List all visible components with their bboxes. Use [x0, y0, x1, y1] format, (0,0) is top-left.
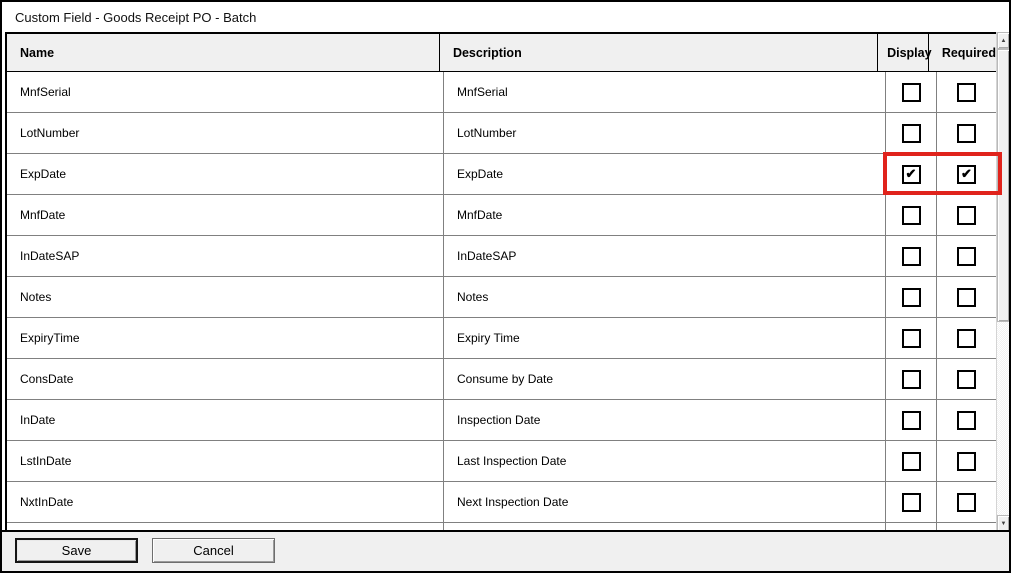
display-checkbox[interactable] — [902, 452, 921, 471]
cancel-button[interactable]: Cancel — [152, 538, 275, 563]
row-description-cell: Inspection Date — [444, 400, 886, 440]
row-name-cell: ExpDate — [7, 154, 444, 194]
required-checkbox[interactable] — [957, 83, 976, 102]
row-required-cell — [937, 277, 996, 317]
row-display-cell: ✔ — [886, 154, 937, 194]
table-header-row: Name Description Display Required — [7, 34, 996, 72]
row-display-cell — [886, 195, 937, 235]
table-row: LstInDate Last Inspection Date — [7, 441, 996, 482]
display-checkbox[interactable] — [902, 124, 921, 143]
row-name-cell: InDateSAP — [7, 236, 444, 276]
checkmark-icon: ✔ — [961, 167, 972, 180]
checkmark-icon: ✔ — [906, 167, 917, 180]
row-required-cell: ✔ — [937, 154, 996, 194]
table-row: LotNumber LotNumber — [7, 113, 996, 154]
column-header-display: Display — [878, 34, 929, 71]
column-header-required: Required — [929, 34, 996, 71]
table-row: InDateSAP InDateSAP — [7, 236, 996, 277]
scroll-down-icon: ▼ — [1001, 521, 1007, 527]
display-checkbox[interactable] — [902, 411, 921, 430]
required-checkbox[interactable] — [957, 411, 976, 430]
row-display-cell — [886, 113, 937, 153]
row-required-cell — [937, 318, 996, 358]
row-description-cell: ExpDate — [444, 154, 886, 194]
column-header-description: Description — [440, 34, 878, 71]
required-checkbox[interactable] — [957, 452, 976, 471]
display-checkbox[interactable] — [902, 206, 921, 225]
display-checkbox[interactable] — [902, 247, 921, 266]
row-description-cell: LotNumber — [444, 113, 886, 153]
row-display-cell — [886, 277, 937, 317]
save-button[interactable]: Save — [15, 538, 138, 563]
display-checkbox[interactable] — [902, 83, 921, 102]
table-row: Notes Notes — [7, 277, 996, 318]
row-name-cell: ConsDate — [7, 359, 444, 399]
required-checkbox[interactable] — [957, 370, 976, 389]
row-name-cell: LstInDate — [7, 441, 444, 481]
row-required-cell — [937, 72, 996, 112]
required-checkbox[interactable] — [957, 329, 976, 348]
row-display-cell — [886, 400, 937, 440]
row-description-cell: Expiry Time — [444, 318, 886, 358]
row-name-cell: ExpiryTime — [7, 318, 444, 358]
row-name-cell: MnfSerial — [7, 72, 444, 112]
row-name-cell: MnfDate — [7, 195, 444, 235]
custom-field-dialog: Custom Field - Goods Receipt PO - Batch … — [0, 0, 1011, 573]
row-required-cell — [937, 195, 996, 235]
row-required-cell — [937, 359, 996, 399]
required-checkbox[interactable] — [957, 493, 976, 512]
row-display-cell — [886, 482, 937, 522]
table-row: ConsDate Consume by Date — [7, 359, 996, 400]
table-row: NxtInDate Next Inspection Date — [7, 482, 996, 523]
row-required-cell — [937, 441, 996, 481]
column-header-name: Name — [7, 34, 440, 71]
row-description-cell: MnfDate — [444, 195, 886, 235]
row-display-cell — [886, 359, 937, 399]
required-checkbox[interactable] — [957, 124, 976, 143]
table-body: MnfSerial MnfSerial LotNumber LotNumber — [7, 72, 996, 532]
display-checkbox[interactable] — [902, 288, 921, 307]
scrollbar-thumb[interactable] — [997, 49, 1010, 322]
row-name-cell: NxtInDate — [7, 482, 444, 522]
custom-fields-table: Name Description Display Required MnfSer… — [5, 32, 998, 532]
row-description-cell: MnfSerial — [444, 72, 886, 112]
row-display-cell — [886, 72, 937, 112]
dialog-title: Custom Field - Goods Receipt PO - Batch — [15, 10, 256, 25]
required-checkbox[interactable] — [957, 247, 976, 266]
scroll-up-button[interactable]: ▲ — [997, 32, 1010, 49]
table-row: ExpiryTime Expiry Time — [7, 318, 996, 359]
row-display-cell — [886, 236, 937, 276]
display-checkbox[interactable] — [902, 329, 921, 348]
button-bar: Save Cancel — [2, 530, 1009, 571]
row-required-cell — [937, 400, 996, 440]
row-name-cell: LotNumber — [7, 113, 444, 153]
row-description-cell: InDateSAP — [444, 236, 886, 276]
save-button-label: Save — [62, 543, 92, 558]
row-display-cell — [886, 441, 937, 481]
vertical-scrollbar[interactable]: ▲ ▼ — [996, 32, 1009, 532]
row-description-cell: Last Inspection Date — [444, 441, 886, 481]
row-display-cell — [886, 318, 937, 358]
display-checkbox[interactable] — [902, 370, 921, 389]
row-description-cell: Notes — [444, 277, 886, 317]
display-checkbox[interactable] — [902, 493, 921, 512]
table-row: MnfSerial MnfSerial — [7, 72, 996, 113]
row-required-cell — [937, 113, 996, 153]
table-row: MnfDate MnfDate — [7, 195, 996, 236]
row-required-cell — [937, 482, 996, 522]
row-description-cell: Consume by Date — [444, 359, 886, 399]
row-description-cell: Next Inspection Date — [444, 482, 886, 522]
table-row: ExpDate ExpDate ✔ ✔ — [7, 154, 996, 195]
required-checkbox[interactable] — [957, 206, 976, 225]
table-row: InDate Inspection Date — [7, 400, 996, 441]
row-required-cell — [937, 236, 996, 276]
required-checkbox[interactable]: ✔ — [957, 165, 976, 184]
display-checkbox[interactable]: ✔ — [902, 165, 921, 184]
required-checkbox[interactable] — [957, 288, 976, 307]
row-name-cell: Notes — [7, 277, 444, 317]
scroll-up-icon: ▲ — [1001, 38, 1007, 44]
cancel-button-label: Cancel — [193, 543, 233, 558]
row-name-cell: InDate — [7, 400, 444, 440]
dialog-title-bar: Custom Field - Goods Receipt PO - Batch — [2, 2, 1009, 32]
